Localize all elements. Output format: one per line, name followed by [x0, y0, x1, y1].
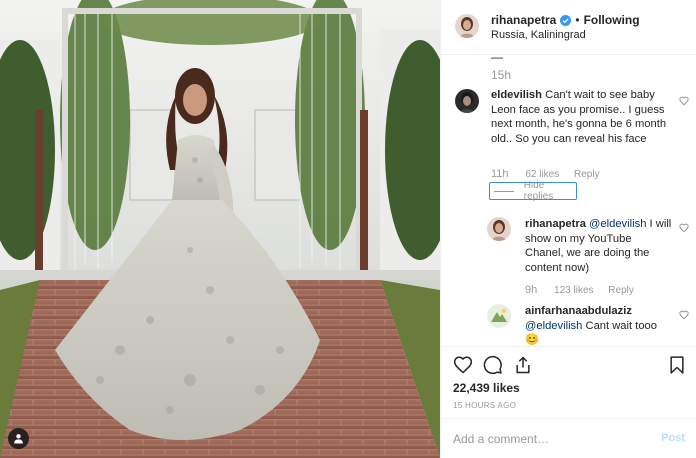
comment-time[interactable]: 11h: [491, 168, 509, 180]
hide-replies-button[interactable]: Hide replies: [489, 180, 577, 202]
post-photo[interactable]: [0, 0, 440, 458]
header-separator: •: [575, 13, 580, 27]
reply-meta: 9h 123 likes Reply: [525, 284, 634, 296]
clipped-comment-text: —: [491, 56, 503, 64]
reply-button[interactable]: Reply: [574, 169, 600, 180]
post-timestamp[interactable]: 15 HOURS AGO: [453, 401, 516, 410]
reply-username[interactable]: rihanapetra: [525, 218, 586, 230]
share-icon[interactable]: [513, 355, 533, 375]
avatar-image: [487, 217, 511, 241]
author-avatar[interactable]: [455, 14, 479, 38]
replies-divider-line: [494, 190, 514, 192]
post-details-panel: rihanapetra • Following Russia, Kalining…: [440, 0, 696, 458]
reply-avatar[interactable]: [487, 217, 511, 241]
avatar-image: [487, 304, 511, 328]
author-username[interactable]: rihanapetra: [491, 13, 556, 27]
post-actions: 22,439 likes 15 HOURS AGO: [441, 346, 696, 416]
post-location[interactable]: Russia, Kaliningrad: [491, 29, 586, 41]
post-header: rihanapetra • Following Russia, Kalining…: [441, 0, 696, 55]
comment-username[interactable]: eldevilish: [491, 89, 542, 101]
reply-like-heart-icon[interactable]: [679, 223, 689, 233]
comment-meta: 11h 62 likes Reply: [491, 168, 600, 180]
bookmark-icon[interactable]: [667, 355, 687, 375]
comment-bubble-icon[interactable]: [483, 355, 503, 375]
reply-mention[interactable]: @eldevilish: [525, 320, 582, 332]
reply-text: Cant wait tooo: [585, 319, 658, 332]
reply-button[interactable]: Reply: [608, 285, 634, 296]
reply-body: ainfarhanaabdulaziz @eldevilish Cant wai…: [525, 304, 685, 345]
post-comment-button[interactable]: Post: [661, 432, 685, 444]
comment-body: eldevilish Can't wait to see baby Leon f…: [491, 88, 671, 146]
comment-time[interactable]: 15h: [491, 68, 511, 82]
following-button[interactable]: Following: [584, 13, 640, 27]
avatar-image: [455, 89, 479, 113]
header-title-row: rihanapetra • Following: [491, 13, 640, 27]
reply-username[interactable]: ainfarhanaabdulaziz: [525, 305, 632, 317]
add-comment-input[interactable]: [453, 430, 643, 448]
add-comment-bar: Post: [441, 418, 696, 458]
reply-avatar[interactable]: [487, 304, 511, 328]
verified-badge-icon: [560, 14, 572, 26]
reply-body: rihanapetra @eldevilish I will show on m…: [525, 217, 673, 275]
reply-emoji: 😊: [525, 334, 539, 345]
heart-icon[interactable]: [453, 355, 473, 375]
likes-count[interactable]: 22,439 likes: [453, 381, 520, 395]
user-tags-button[interactable]: [8, 428, 29, 449]
comments-list[interactable]: — 15h eldevilish Can't wait to see baby …: [441, 56, 696, 345]
reply-likes[interactable]: 123 likes: [554, 285, 593, 296]
hide-replies-label: Hide replies: [523, 180, 554, 202]
user-tag-icon: [14, 434, 23, 444]
reply-like-heart-icon[interactable]: [679, 310, 689, 320]
photo-image: [0, 0, 440, 458]
comment-like-heart-icon[interactable]: [679, 96, 689, 106]
reply-mention[interactable]: @eldevilish: [589, 218, 646, 230]
reply-time[interactable]: 9h: [525, 284, 537, 296]
commenter-avatar[interactable]: [455, 89, 479, 113]
comment-likes[interactable]: 62 likes: [525, 169, 559, 180]
avatar-image: [455, 14, 479, 38]
